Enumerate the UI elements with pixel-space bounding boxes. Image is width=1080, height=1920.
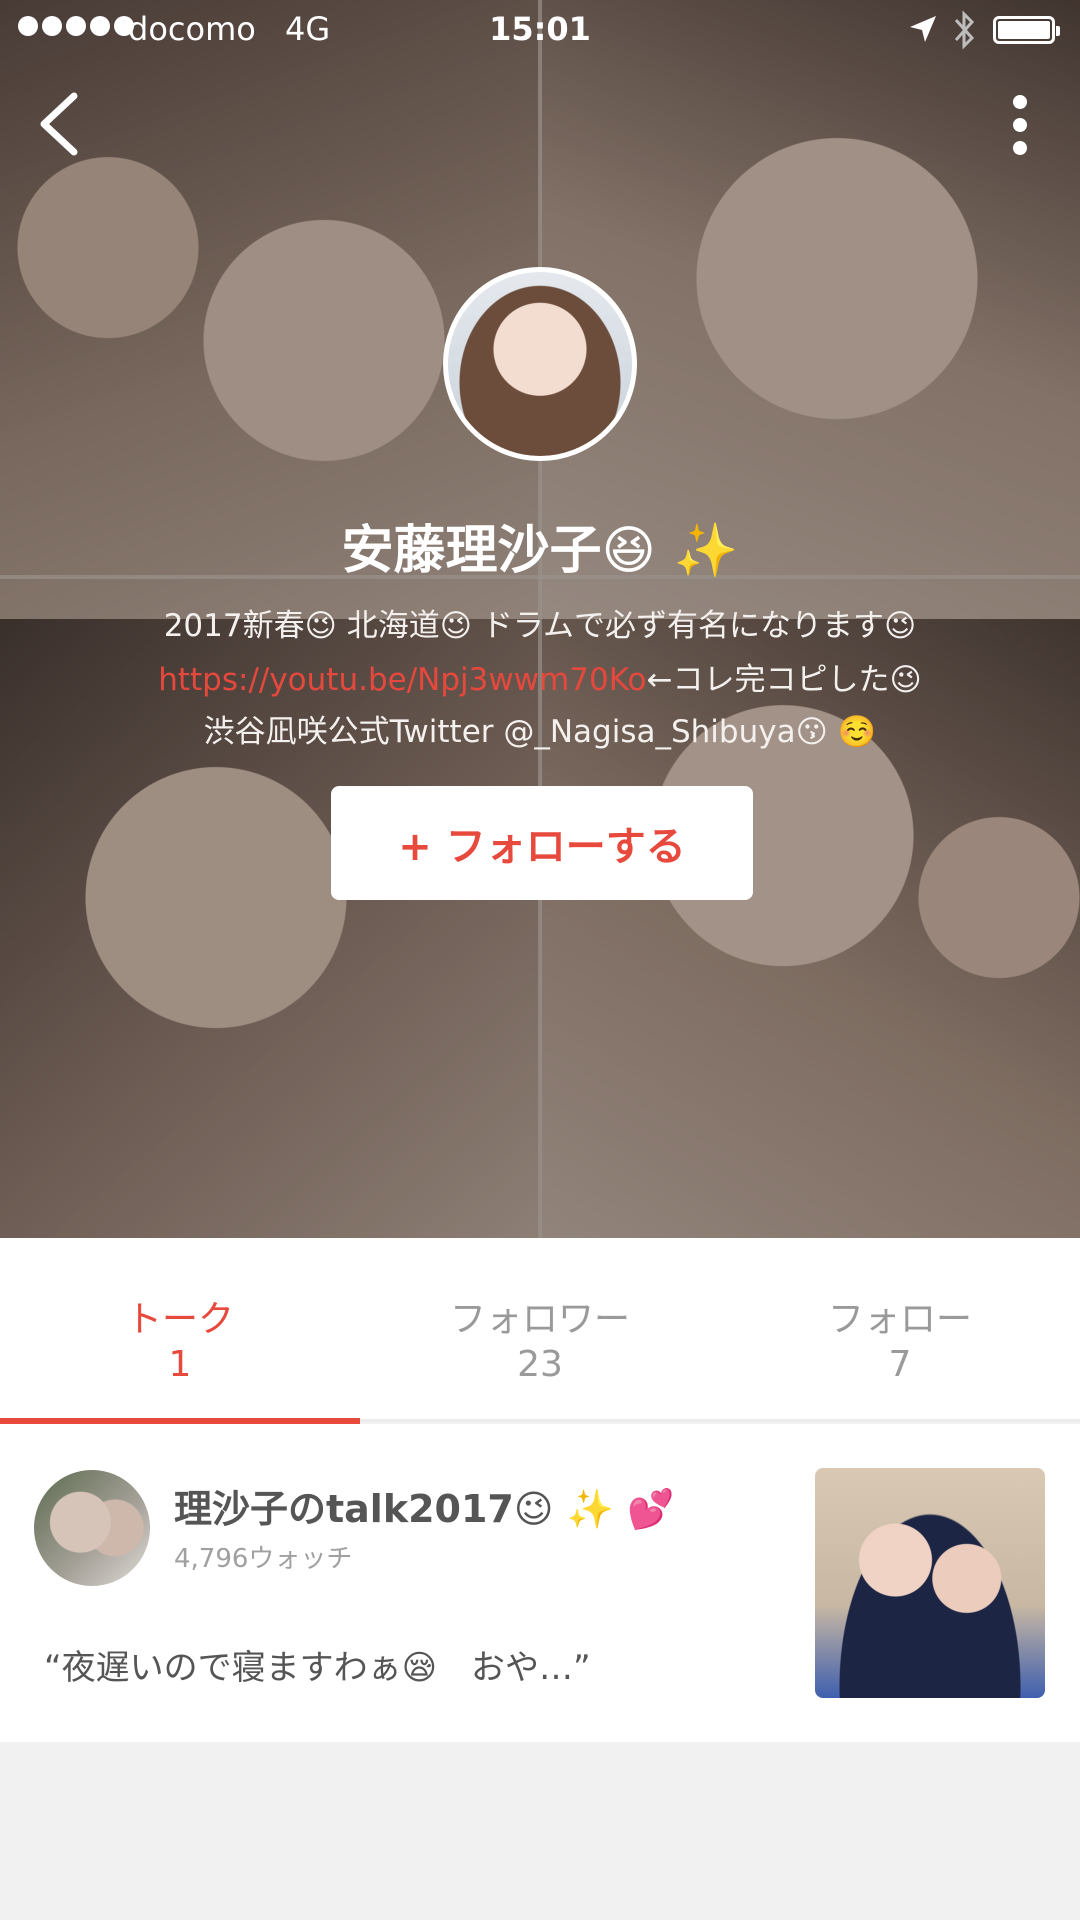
tab-count: 7 bbox=[888, 1344, 912, 1385]
bio-link[interactable]: https://youtu.be/Npj3wwm70Ko bbox=[158, 662, 646, 698]
tab-label: トーク bbox=[125, 1299, 234, 1340]
tab-label: フォロワー bbox=[449, 1299, 630, 1340]
profile-bio-line: 渋谷凪咲公式Twitter @_Nagisa_Shibuya😗 ☺️ bbox=[203, 714, 877, 750]
battery-icon bbox=[993, 16, 1060, 44]
talk-title: 理沙子のtalk2017😉 ✨ 💕 bbox=[174, 1487, 675, 1531]
profile-name: 安藤理沙子😆 ✨ bbox=[341, 521, 739, 581]
location-arrow-icon bbox=[910, 16, 936, 42]
tab-label: フォロー bbox=[827, 1299, 972, 1340]
talk-avatar bbox=[34, 1470, 150, 1586]
tab-talk[interactable]: トーク 1 bbox=[0, 1238, 360, 1422]
tab-followers[interactable]: フォロワー 23 bbox=[360, 1238, 720, 1422]
list-item[interactable]: 理沙子のtalk2017😉 ✨ 💕 4,796ウォッチ “夜遅いので寝ますわぁ😪… bbox=[0, 1424, 1080, 1742]
tab-count: 1 bbox=[168, 1344, 192, 1385]
profile-tabs: トーク 1 フォロワー 23 フォロー 7 bbox=[0, 1238, 1080, 1422]
profile-avatar[interactable] bbox=[443, 267, 637, 461]
talk-excerpt: “夜遅いので寝ますわぁ😪 おや…” bbox=[44, 1648, 591, 1688]
bluetooth-icon bbox=[954, 10, 975, 50]
follow-button[interactable]: + フォローする bbox=[331, 786, 753, 900]
back-chevron-icon[interactable] bbox=[30, 88, 90, 158]
tab-following[interactable]: フォロー 7 bbox=[720, 1238, 1080, 1422]
more-options-icon[interactable] bbox=[1000, 90, 1040, 160]
tab-count: 23 bbox=[517, 1344, 563, 1385]
bio-text: ←コレ完コピした😉 bbox=[646, 662, 922, 698]
profile-bio-line: 2017新春😉 北海道😉 ドラムで必ず有名になります😉 bbox=[163, 608, 917, 644]
talk-watch-count: 4,796ウォッチ bbox=[174, 1544, 353, 1574]
talk-thumbnail bbox=[815, 1468, 1045, 1698]
status-bar: docomo 4G 15:01 bbox=[0, 0, 1080, 60]
profile-cover: docomo 4G 15:01 安藤理沙子😆 ✨ 2017新春😉 北海道😉 ドラ… bbox=[0, 0, 1080, 1238]
profile-bio-line: https://youtu.be/Npj3wwm70Ko←コレ完コピした😉 bbox=[0, 654, 1080, 699]
